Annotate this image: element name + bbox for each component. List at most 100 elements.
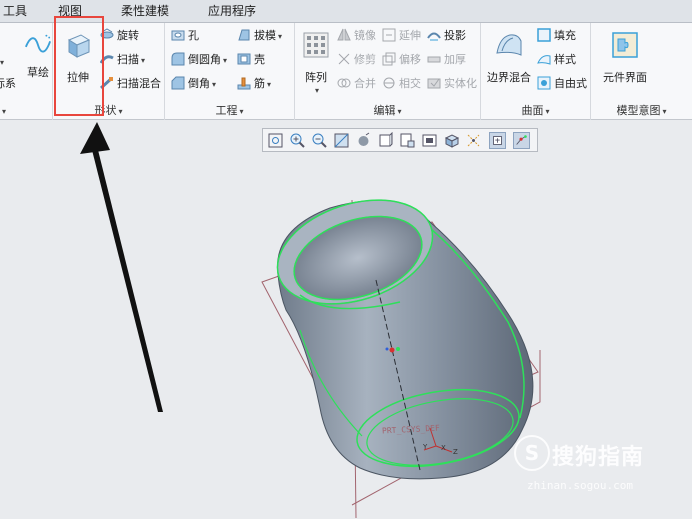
graphics-viewport[interactable]: PRT_CSYS_DEF Y X Z S 搜狗指南 zhinan.sogou.c… <box>0 121 692 519</box>
trim-label: 修剪 <box>354 53 376 66</box>
view-toolbar <box>262 128 538 152</box>
project-button[interactable]: 投影 <box>427 27 466 45</box>
rib-label: 筋 <box>254 77 265 90</box>
mirror-button[interactable]: 镜像 <box>337 27 376 45</box>
rib-button[interactable]: 筋 ▾ <box>237 75 271 93</box>
chamfer-button[interactable]: 倒角 ▾ <box>171 75 216 93</box>
round-button[interactable]: 倒圆角 ▾ <box>171 51 227 69</box>
offset-icon <box>382 52 396 66</box>
freestyle-icon <box>537 76 551 90</box>
boundary-blend-button[interactable]: 边界混合 <box>485 31 533 85</box>
csys-axis-x: X <box>441 444 446 452</box>
csys-axis-z: Z <box>453 448 458 456</box>
zoom-out-icon[interactable] <box>311 132 328 149</box>
watermark-url: zhinan.sogou.com <box>527 479 633 492</box>
freestyle-button[interactable]: 自由式 <box>537 75 587 93</box>
hole-button[interactable]: 孔 <box>171 27 199 45</box>
fill-icon <box>537 28 551 42</box>
merge-label: 合并 <box>354 77 376 90</box>
datum-group: ▾ 坐标系 草绘 ▾ <box>0 23 53 120</box>
thicken-label: 加厚 <box>444 53 466 66</box>
tab-tools[interactable]: 工具 <box>0 0 30 23</box>
surfaces-group-label[interactable]: 曲面 ▾ <box>481 104 590 118</box>
datum-display-icon[interactable] <box>465 132 482 149</box>
draft-dropdown-icon[interactable]: ▾ <box>278 32 282 41</box>
intersect-button[interactable]: 相交 <box>382 75 421 93</box>
intersect-label: 相交 <box>399 77 421 90</box>
chamfer-dropdown-icon[interactable]: ▾ <box>212 80 216 89</box>
spin-center-icon[interactable] <box>489 132 506 149</box>
style-label: 样式 <box>554 53 576 66</box>
model-intent-group-title: 模型意图 <box>616 104 661 117</box>
style-icon <box>537 55 551 65</box>
engineering-group-label[interactable]: 工程 ▾ <box>165 104 294 118</box>
fill-button[interactable]: 填充 <box>537 27 576 45</box>
surfaces-group: 边界混合 填充 样式 自由式 曲面 ▾ <box>481 23 591 120</box>
pattern-icon <box>303 32 329 58</box>
trim-button[interactable]: 修剪 <box>337 51 376 69</box>
component-interface-label: 元件界面 <box>603 71 647 84</box>
merge-button[interactable]: 合并 <box>337 75 376 93</box>
shape-group-caret-icon: ▾ <box>118 107 123 116</box>
round-dropdown-icon[interactable]: ▾ <box>223 56 227 65</box>
revolve-button[interactable]: 旋转 <box>100 27 139 45</box>
sketch-button[interactable]: 草绘 <box>24 31 52 80</box>
coordinate-system-caret[interactable]: ▾ <box>0 53 4 71</box>
merge-icon <box>337 78 351 88</box>
project-icon <box>427 32 441 41</box>
draft-icon <box>238 29 250 41</box>
pattern-dropdown-icon[interactable]: ▾ <box>301 86 333 95</box>
offset-label: 偏移 <box>399 53 421 66</box>
editing-group-label[interactable]: 编辑 ▾ <box>295 104 480 118</box>
datum-group-caret[interactable]: ▾ <box>0 104 52 118</box>
extend-button[interactable]: 延伸 <box>382 27 421 45</box>
watermark-logo: S <box>514 435 550 471</box>
hole-icon <box>171 30 185 41</box>
tab-flexible-modeling[interactable]: 柔性建模 <box>110 0 180 23</box>
tutorial-arrow <box>80 122 163 412</box>
boundary-blend-icon <box>496 34 522 56</box>
surfaces-group-title: 曲面 <box>521 104 544 117</box>
named-views-icon[interactable] <box>399 132 416 149</box>
model-intent-group-label[interactable]: 模型意图 ▾ <box>591 104 692 118</box>
sketch-label: 草绘 <box>27 66 49 79</box>
editing-group: 阵列 ▾ 镜像 延伸 投影 修剪 偏移 加厚 合并 相交 实体化 编辑 ▾ <box>295 23 481 120</box>
component-interface-button[interactable]: 元件界面 <box>597 31 653 85</box>
fill-label: 填充 <box>554 29 576 42</box>
thicken-button[interactable]: 加厚 <box>427 51 466 69</box>
intersect-icon <box>383 77 395 89</box>
draft-button[interactable]: 拔模 ▾ <box>237 27 282 45</box>
shell-button[interactable]: 壳 <box>237 51 265 69</box>
extend-label: 延伸 <box>399 29 421 42</box>
pattern-button[interactable]: 阵列 ▾ <box>299 31 333 95</box>
round-label: 倒圆角 <box>188 53 221 66</box>
model-intent-group-caret-icon: ▾ <box>662 107 667 116</box>
display-style-icon[interactable] <box>355 132 372 149</box>
mirror-label: 镜像 <box>354 29 376 42</box>
chamfer-icon <box>171 76 185 90</box>
offset-button[interactable]: 偏移 <box>382 51 421 69</box>
rib-icon <box>237 77 251 90</box>
swept-blend-button[interactable]: 扫描混合 <box>100 75 161 93</box>
round-icon <box>171 52 185 66</box>
style-button[interactable]: 样式 <box>537 51 576 69</box>
repaint-icon[interactable] <box>333 132 350 149</box>
tab-applications[interactable]: 应用程序 <box>196 0 268 23</box>
engineering-group-caret-icon: ▾ <box>239 107 244 116</box>
zoom-in-icon[interactable] <box>289 132 306 149</box>
chamfer-label: 倒角 <box>188 77 210 90</box>
shell-icon <box>237 53 251 65</box>
sweep-dropdown-icon[interactable]: ▾ <box>141 56 145 65</box>
coordinate-system-button[interactable]: 坐标系 <box>0 75 18 93</box>
mirror-icon <box>337 28 351 41</box>
sweep-button[interactable]: 扫描 ▾ <box>100 51 145 69</box>
saved-orientations-icon[interactable] <box>377 132 394 149</box>
model-intent-group: 元件界面 模型意图 ▾ <box>591 23 692 120</box>
solidify-button[interactable]: 实体化 <box>427 75 477 93</box>
rib-dropdown-icon[interactable]: ▾ <box>267 80 271 89</box>
view-manager-icon[interactable] <box>421 132 438 149</box>
pattern-label: 阵列 <box>305 71 327 84</box>
annotation-display-icon[interactable] <box>513 132 530 149</box>
refit-icon[interactable] <box>267 132 284 149</box>
perspective-icon[interactable] <box>443 132 460 149</box>
